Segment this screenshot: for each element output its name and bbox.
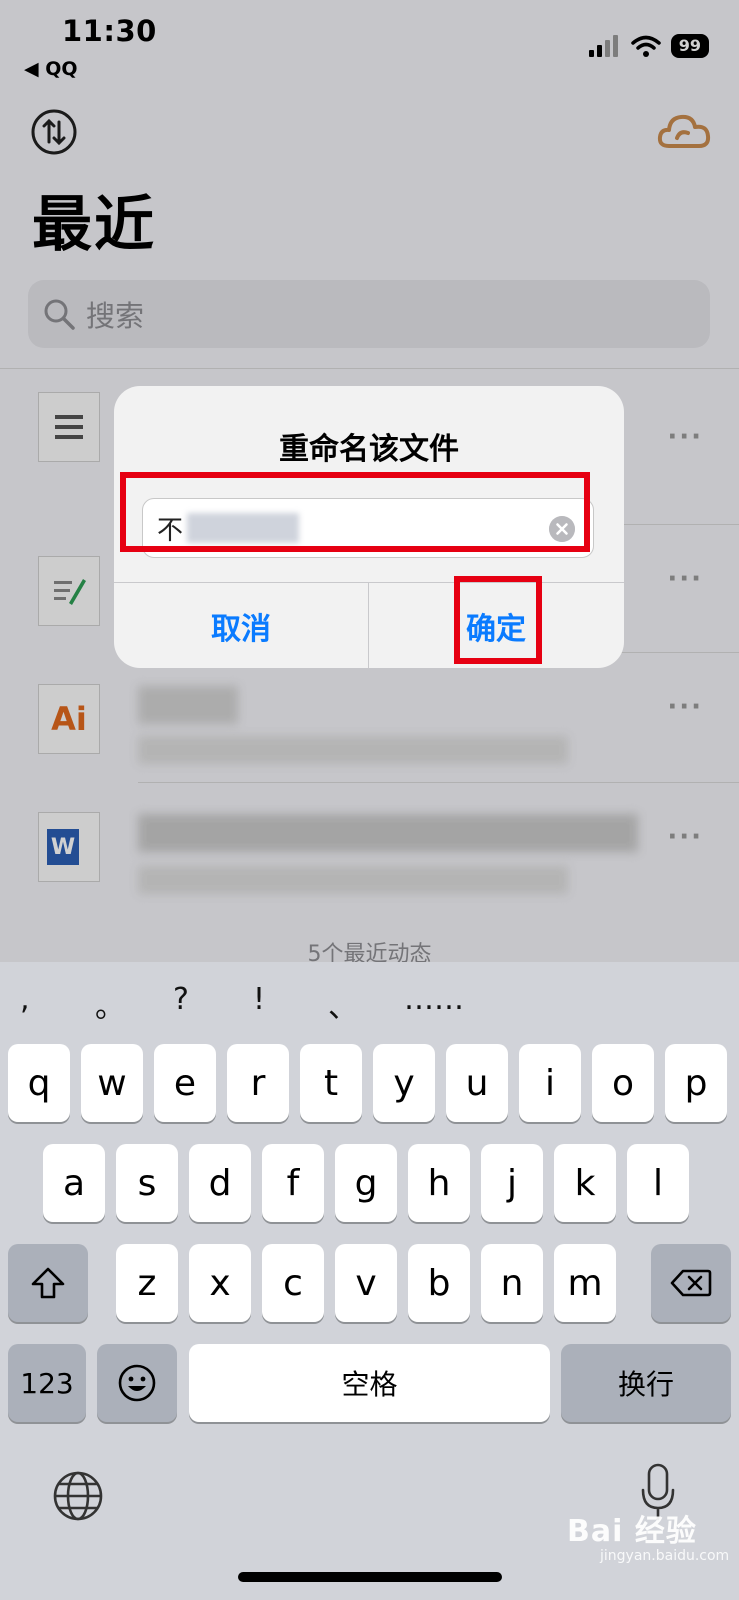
key-s[interactable]: s [116,1144,178,1222]
key-i[interactable]: i [519,1044,581,1122]
key-a[interactable]: a [43,1144,105,1222]
emoji-icon [118,1364,156,1402]
numbers-key[interactable]: 123 [8,1344,86,1422]
shift-key[interactable] [8,1244,88,1322]
key-w[interactable]: w [81,1044,143,1122]
shift-icon [31,1267,65,1299]
key-p[interactable]: p [665,1044,727,1122]
key-m[interactable]: m [554,1244,616,1322]
key-q[interactable]: q [8,1044,70,1122]
globe-icon[interactable] [52,1470,104,1522]
watermark-url: jingyan.baidu.com [600,1548,730,1564]
punct-key[interactable]: …… [404,982,464,1017]
key-f[interactable]: f [262,1144,324,1222]
emoji-key[interactable] [97,1344,177,1422]
space-key[interactable]: 空格 [189,1344,550,1422]
key-t[interactable]: t [300,1044,362,1122]
punct-key[interactable]: 、 [328,982,358,1026]
key-l[interactable]: l [627,1144,689,1222]
dialog-title: 重命名该文件 [279,432,459,467]
return-key[interactable]: 换行 [561,1344,731,1422]
punct-key[interactable]: , [20,982,30,1017]
key-e[interactable]: e [154,1044,216,1122]
cancel-button[interactable]: 取消 [114,583,368,668]
watermark-brand: Bai 经验 [567,1514,697,1549]
keyboard: , 。 ? ! 、 …… q w e r t y u i o p a s d f… [0,962,739,1600]
key-c[interactable]: c [262,1244,324,1322]
highlight-confirm-box [454,576,542,664]
key-x[interactable]: x [189,1244,251,1322]
key-b[interactable]: b [408,1244,470,1322]
key-o[interactable]: o [592,1044,654,1122]
key-n[interactable]: n [481,1244,543,1322]
home-indicator[interactable] [238,1572,502,1582]
punct-key[interactable]: 。 [95,982,125,1026]
highlight-input-box [120,472,590,552]
key-k[interactable]: k [554,1144,616,1222]
backspace-icon [670,1269,712,1297]
key-y[interactable]: y [373,1044,435,1122]
key-u[interactable]: u [446,1044,508,1122]
punct-key[interactable]: ? [173,982,189,1017]
key-d[interactable]: d [189,1144,251,1222]
key-j[interactable]: j [481,1144,543,1222]
key-z[interactable]: z [116,1244,178,1322]
key-r[interactable]: r [227,1044,289,1122]
key-h[interactable]: h [408,1144,470,1222]
punct-key[interactable]: ! [253,982,265,1017]
key-g[interactable]: g [335,1144,397,1222]
backspace-key[interactable] [651,1244,731,1322]
key-v[interactable]: v [335,1244,397,1322]
